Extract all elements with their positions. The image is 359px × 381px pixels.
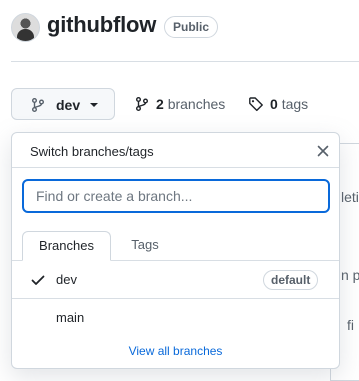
view-all-branches-link[interactable]: View all branches [12,344,339,358]
tags-count: 0 [270,96,278,112]
branch-switch-dropdown: Switch branches/tags Branches Tags dev d… [11,132,340,369]
tags-label: tags [281,96,309,112]
avatar[interactable] [11,13,40,42]
branches-count: 2 [156,96,164,112]
branches-label: branches [167,96,226,112]
tab-branches[interactable]: Branches [22,231,111,261]
git-branch-icon [30,97,46,118]
git-branch-icon [134,96,150,115]
branch-name: main [56,310,85,325]
repo-name[interactable]: githubflow [47,12,156,38]
branch-select-button[interactable]: dev [11,88,115,120]
chevron-down-icon [90,103,98,107]
background-text: n p [341,267,359,283]
list-item[interactable]: dev default [12,261,339,299]
current-branch-label: dev [56,97,81,113]
tab-tags[interactable]: Tags [118,231,172,261]
branch-name: dev [56,272,77,287]
default-badge: default [263,270,319,290]
tags-link[interactable]: 0 tags [248,96,308,115]
branch-search-input[interactable] [22,179,330,213]
check-icon [30,272,46,293]
branches-link[interactable]: 2 branches [134,96,225,115]
dropdown-divider [12,167,339,168]
tag-icon [248,96,264,115]
background-text: fi [347,317,354,333]
header-divider [11,61,359,62]
close-button[interactable] [313,141,333,161]
list-item[interactable]: main [12,299,339,336]
visibility-badge: Public [164,16,219,38]
close-icon [317,145,329,157]
background-text: leti [341,189,359,205]
dropdown-title: Switch branches/tags [30,144,154,159]
